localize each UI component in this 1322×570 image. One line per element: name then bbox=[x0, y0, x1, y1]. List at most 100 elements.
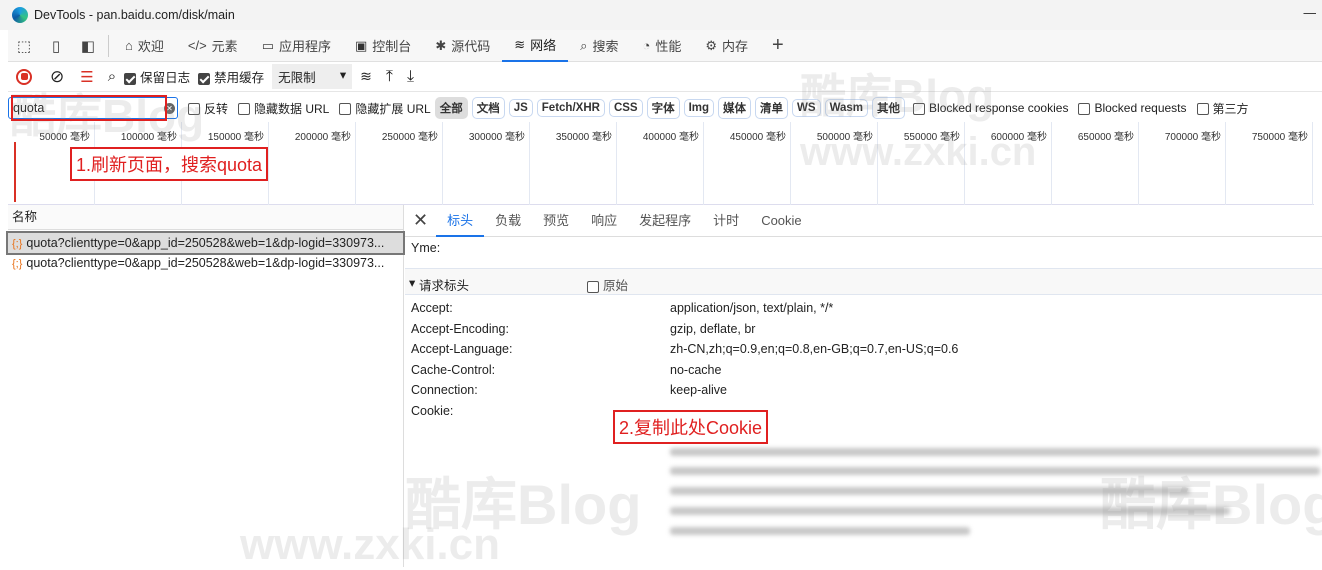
tab-search[interactable]: ⌕ 搜索 bbox=[568, 30, 630, 62]
console-icon: ▣ bbox=[355, 37, 368, 53]
blocked-cookies-checkbox[interactable]: Blocked response cookies bbox=[913, 101, 1068, 115]
request-detail: ✕ 标头 负载 预览 响应 发起程序 计时 Cookie Yme: ▾ 请求标头… bbox=[405, 204, 1322, 567]
type-chip-other[interactable]: 其他 bbox=[872, 97, 906, 119]
record-icon[interactable] bbox=[16, 68, 32, 85]
timeline-tick: 650000 毫秒 bbox=[1052, 122, 1139, 205]
header-name: Yme: bbox=[411, 241, 441, 255]
header-value: application/json, text/plain, */* bbox=[670, 301, 834, 315]
minimize-button[interactable]: — bbox=[1304, 6, 1317, 20]
type-chip-font[interactable]: 字体 bbox=[646, 97, 680, 119]
type-chip-all[interactable]: 全部 bbox=[434, 97, 468, 119]
header-name: Connection: bbox=[411, 383, 478, 397]
timeline-tick: 400000 毫秒 bbox=[617, 122, 704, 205]
wifi-icon: ≋ bbox=[514, 36, 526, 52]
network-conditions-icon[interactable]: ≋ bbox=[360, 68, 372, 85]
header-value: zh-CN,zh;q=0.9,en;q=0.8,en-GB;q=0.7,en-U… bbox=[670, 342, 959, 356]
preserve-log-checkbox[interactable]: 保留日志 bbox=[124, 67, 190, 86]
gauge-icon: ◔ bbox=[642, 38, 651, 53]
device-toolbar-icon[interactable]: ▯ bbox=[40, 37, 72, 55]
blocked-requests-checkbox[interactable]: Blocked requests bbox=[1078, 101, 1187, 115]
timeline-tick: 600000 毫秒 bbox=[965, 122, 1052, 205]
tab-network[interactable]: ≋ 网络 bbox=[502, 30, 569, 62]
type-chip-doc[interactable]: 文档 bbox=[471, 97, 505, 119]
tab-initiator[interactable]: 发起程序 bbox=[628, 205, 702, 237]
throttle-select[interactable]: 无限制 ▾ bbox=[272, 64, 353, 89]
type-chip-css[interactable]: CSS bbox=[608, 99, 643, 117]
header-name: Accept: bbox=[411, 301, 453, 315]
type-chip-js[interactable]: JS bbox=[508, 99, 533, 117]
request-list: 名称 {;} quota?clienttype=0&app_id=250528&w… bbox=[6, 205, 405, 567]
timeline-tick: 300000 毫秒 bbox=[443, 122, 530, 205]
header-value: keep-alive bbox=[670, 383, 727, 397]
close-icon[interactable]: ✕ bbox=[405, 210, 436, 231]
disable-cache-checkbox[interactable]: 禁用缓存 bbox=[198, 67, 264, 86]
tab-elements[interactable]: </> 元素 bbox=[176, 30, 250, 62]
search-icon[interactable]: ⌕ bbox=[108, 68, 116, 85]
tab-response[interactable]: 响应 bbox=[580, 205, 628, 237]
name-column-header[interactable]: 名称 bbox=[8, 205, 403, 230]
timeline-tick: 250000 毫秒 bbox=[356, 122, 443, 205]
header-name: Cache-Control: bbox=[411, 362, 496, 377]
home-icon: ⌂ bbox=[125, 38, 133, 53]
tab-cookies[interactable]: Cookie bbox=[750, 205, 812, 237]
timeline-tick: 450000 毫秒 bbox=[704, 122, 791, 205]
header-value: gzip, deflate, br bbox=[670, 321, 756, 336]
type-chip-wasm[interactable]: Wasm bbox=[824, 99, 869, 117]
code-icon: </> bbox=[187, 38, 207, 53]
edge-logo-icon bbox=[12, 7, 28, 23]
chip-icon: ⚙ bbox=[705, 37, 717, 53]
clear-icon[interactable]: ⊘ bbox=[50, 67, 64, 87]
tab-sources[interactable]: ✱ 源代码 bbox=[423, 30, 502, 62]
devtools-tab-bar: ⬚ ▯ ◧ ⌂ 欢迎 </> 元素 ▭ 应用程序 ▣ 控制台 ✱ 源代码 ≋ 网络 ⌕ 搜索 … bbox=[8, 30, 1322, 62]
type-chip-manifest[interactable]: 清单 bbox=[755, 97, 789, 119]
tab-timing[interactable]: 计时 bbox=[702, 205, 750, 237]
header-name: Cookie: bbox=[411, 403, 454, 418]
network-toolbar: ⊘ ☰ ⌕ 保留日志 禁用缓存 无限制 ▾ ≋ ⤒ ⤓ bbox=[8, 62, 1322, 92]
dropdown-arrow-icon: ▾ bbox=[339, 68, 347, 82]
title-bar: DevTools - pan.baidu.com/disk/main — bbox=[0, 0, 1322, 30]
timeline-tick: 500000 毫秒 bbox=[791, 122, 878, 205]
detail-tabs: ✕ 标头 负载 预览 响应 发起程序 计时 Cookie bbox=[405, 204, 1322, 237]
type-chip-img[interactable]: Img bbox=[683, 99, 715, 117]
tab-console[interactable]: ▣ 控制台 bbox=[343, 30, 423, 62]
type-chip-ws[interactable]: WS bbox=[792, 99, 821, 117]
hide-ext-url-checkbox[interactable]: 隐藏扩展 URL bbox=[339, 100, 431, 117]
search-icon: ⌕ bbox=[580, 37, 588, 53]
hide-data-url-checkbox[interactable]: 隐藏数据 URL bbox=[238, 100, 329, 117]
timeline-tick: 550000 毫秒 bbox=[878, 122, 965, 205]
filter-icon[interactable]: ☰ bbox=[80, 68, 93, 86]
dock-icon[interactable]: ◧ bbox=[72, 37, 104, 55]
timeline-tick: 700000 毫秒 bbox=[1139, 122, 1226, 205]
export-icon[interactable]: ⤓ bbox=[407, 68, 414, 86]
timeline-tick: 750000 毫秒 bbox=[1226, 122, 1313, 205]
request-row[interactable]: {;} quota?clienttype=0&app_id=250528&web=… bbox=[8, 253, 403, 273]
header-name: Accept-Language: bbox=[411, 342, 513, 356]
tab-preview[interactable]: 预览 bbox=[532, 205, 580, 237]
type-chip-media[interactable]: 媒体 bbox=[718, 97, 752, 119]
header-value: no-cache bbox=[670, 362, 722, 377]
timeline-tick: 350000 毫秒 bbox=[530, 122, 617, 205]
add-tab-button[interactable]: + bbox=[760, 30, 796, 62]
json-icon: {;} bbox=[12, 238, 23, 250]
bug-icon: ✱ bbox=[435, 37, 447, 53]
tab-performance[interactable]: ◔ 性能 bbox=[630, 30, 693, 62]
timeline-tick: 200000 毫秒 bbox=[269, 122, 356, 205]
tab-welcome[interactable]: ⌂ 欢迎 bbox=[113, 30, 176, 62]
inspect-icon[interactable]: ⬚ bbox=[8, 37, 40, 55]
tab-application[interactable]: ▭ 应用程序 bbox=[250, 30, 343, 62]
filter-row: quota ✕ 反转 隐藏数据 URL 隐藏扩展 URL 全部 文档 JS Fet… bbox=[8, 95, 1322, 121]
app-icon: ▭ bbox=[261, 37, 274, 53]
type-chip-fetch[interactable]: Fetch/XHR bbox=[536, 99, 605, 117]
invert-checkbox[interactable]: 反转 bbox=[188, 100, 228, 117]
header-name: Accept-Encoding: bbox=[411, 321, 509, 336]
raw-checkbox[interactable]: 原始 bbox=[587, 275, 628, 294]
third-party-checkbox[interactable]: 第三方 bbox=[1196, 100, 1249, 117]
tab-headers[interactable]: 标头 bbox=[436, 204, 485, 237]
import-icon[interactable]: ⤒ bbox=[386, 68, 393, 86]
annotation-step1: 1.刷新页面，搜索quota bbox=[70, 147, 269, 181]
tab-payload[interactable]: 负载 bbox=[484, 205, 532, 237]
annotation-step2: 2.复制此处Cookie bbox=[613, 410, 769, 444]
request-headers-section[interactable]: ▾ 请求标头 原始 bbox=[405, 268, 1322, 295]
tab-memory[interactable]: ⚙ 内存 bbox=[693, 30, 760, 62]
request-row[interactable]: {;} quota?clienttype=0&app_id=250528&web=… bbox=[6, 231, 405, 255]
